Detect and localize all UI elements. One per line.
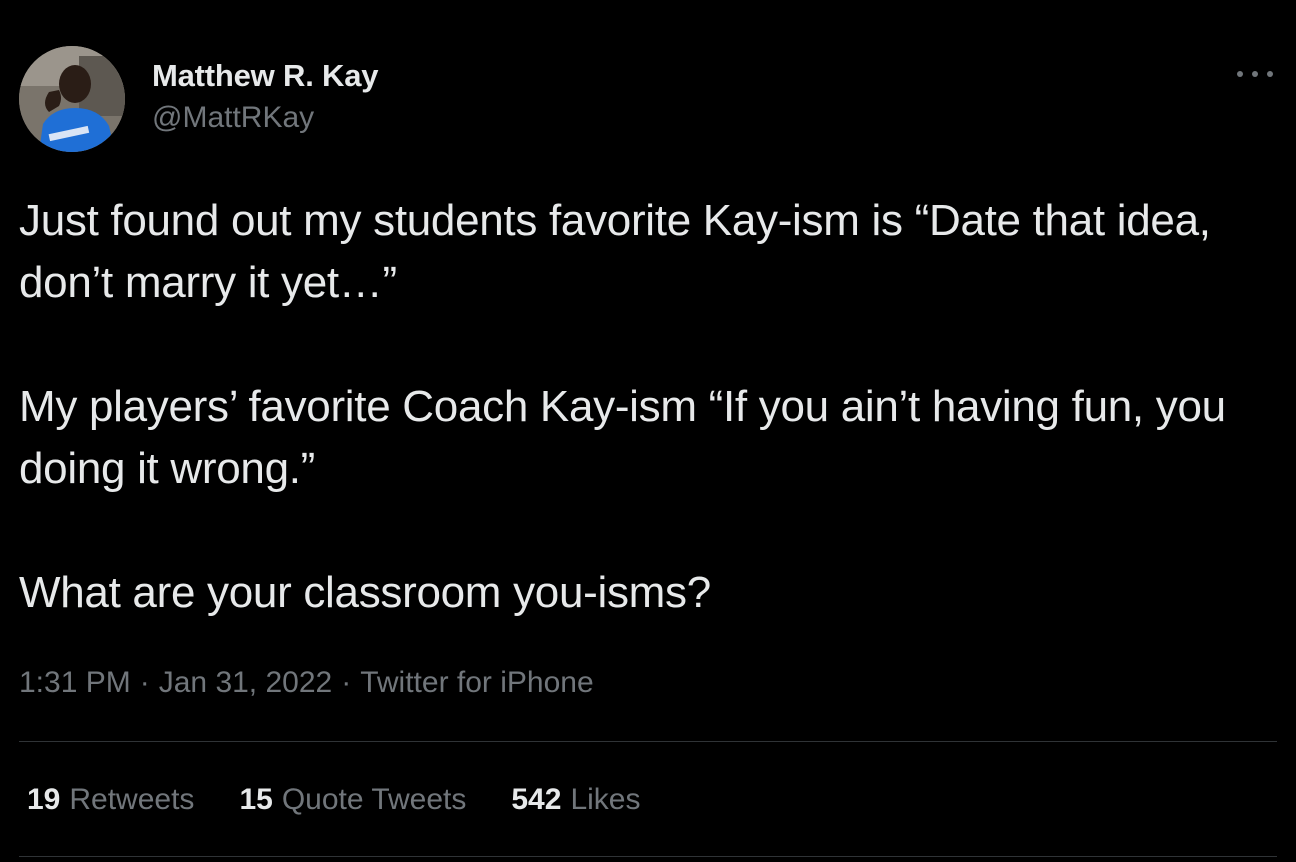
divider bbox=[19, 741, 1277, 742]
tweet-date[interactable]: Jan 31, 2022 bbox=[159, 666, 332, 699]
meta-separator: · bbox=[341, 666, 352, 699]
author-display-name[interactable]: Matthew R. Kay bbox=[152, 58, 378, 94]
tweet-paragraph: Just found out my students favorite Kay-… bbox=[19, 196, 1211, 307]
quote-tweets-stat[interactable]: 15 Quote Tweets bbox=[239, 780, 466, 820]
meta-separator: · bbox=[139, 666, 150, 699]
tweet-text: Just found out my students favorite Kay-… bbox=[19, 190, 1279, 624]
more-options-icon[interactable] bbox=[1237, 62, 1273, 86]
quote-tweets-count: 15 bbox=[239, 783, 273, 816]
dot bbox=[1237, 71, 1243, 77]
divider bbox=[19, 856, 1277, 857]
dot bbox=[1267, 71, 1273, 77]
likes-label: Likes bbox=[570, 783, 641, 816]
tweet-metadata: 1:31 PM · Jan 31, 2022 · Twitter for iPhone bbox=[19, 663, 594, 703]
avatar[interactable] bbox=[19, 46, 125, 152]
author-handle[interactable]: @MattRKay bbox=[152, 98, 378, 138]
engagement-stats: 19 Retweets 15 Quote Tweets 542 Likes bbox=[27, 780, 685, 820]
retweets-count: 19 bbox=[27, 783, 61, 816]
tweet-source[interactable]: Twitter for iPhone bbox=[360, 666, 593, 699]
dot bbox=[1252, 71, 1258, 77]
retweets-stat[interactable]: 19 Retweets bbox=[27, 780, 194, 820]
likes-stat[interactable]: 542 Likes bbox=[511, 780, 640, 820]
tweet-header: Matthew R. Kay @MattRKay bbox=[19, 46, 1277, 154]
avatar-photo-icon bbox=[19, 46, 125, 152]
quote-tweets-label: Quote Tweets bbox=[281, 783, 467, 816]
tweet-time[interactable]: 1:31 PM bbox=[19, 666, 131, 699]
retweets-label: Retweets bbox=[69, 783, 195, 816]
tweet-paragraph: What are your classroom you-isms? bbox=[19, 568, 711, 617]
tweet-paragraph: My players’ favorite Coach Kay-ism “If y… bbox=[19, 382, 1226, 493]
likes-count: 542 bbox=[511, 783, 562, 816]
author-names: Matthew R. Kay @MattRKay bbox=[152, 58, 378, 138]
tweet-detail: Matthew R. Kay @MattRKay Just found out … bbox=[0, 0, 1296, 862]
